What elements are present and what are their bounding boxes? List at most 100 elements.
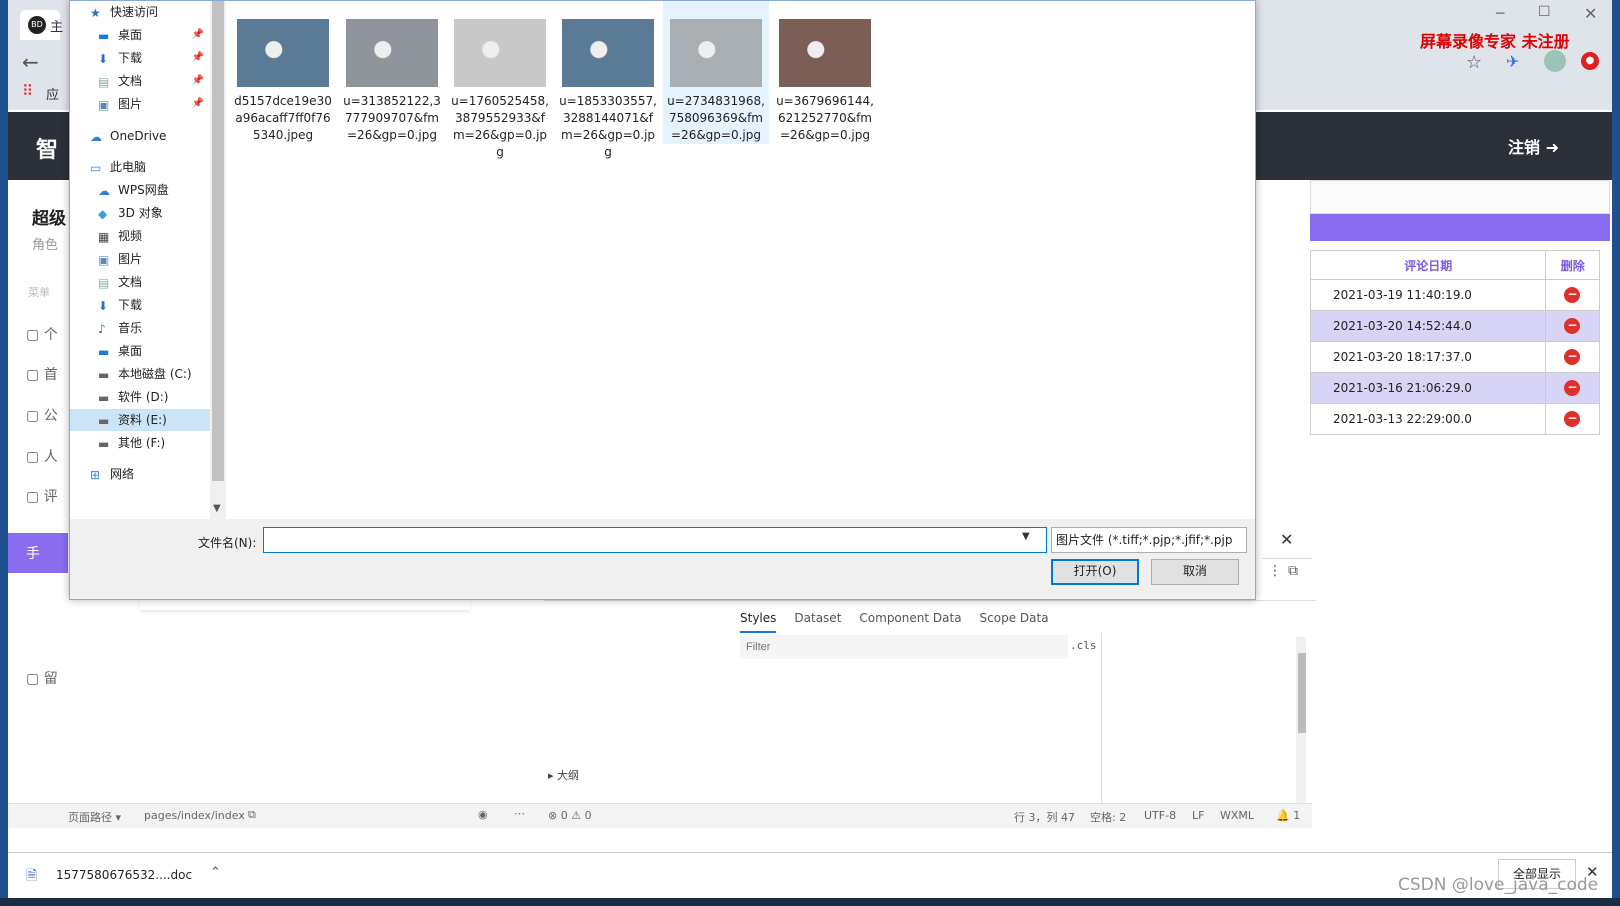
more-vert-icon[interactable]: ⋮ bbox=[1268, 563, 1282, 579]
nav-item-label: 文档 bbox=[118, 74, 143, 88]
notification-bell[interactable]: 🔔 1 bbox=[1276, 809, 1300, 822]
nav-item[interactable]: ⬇ 下载 📌 bbox=[70, 47, 210, 69]
table-row: 2021-03-13 22:29:00.0 − bbox=[1309, 403, 1600, 435]
sidebar-item[interactable]: ▢ 评 bbox=[26, 486, 58, 506]
file-item[interactable]: d5157dce19e30a96acaff7ff0f765340.jpeg bbox=[230, 1, 336, 144]
copy-icon[interactable]: ⧉ bbox=[248, 808, 256, 822]
dialog-bottom-bar: 文件名(N): ▼ 图片文件 (*.tiff;*.pjp;*.jfif;*.pj… bbox=[70, 519, 1255, 599]
bookmark-star-icon[interactable]: ☆ bbox=[1466, 52, 1482, 73]
delete-icon[interactable]: − bbox=[1564, 287, 1581, 303]
filename-input[interactable] bbox=[263, 527, 1047, 553]
delete-icon[interactable]: − bbox=[1564, 380, 1581, 396]
cls-toggle[interactable]: .cls bbox=[1070, 639, 1097, 652]
file-name: d5157dce19e30a96acaff7ff0f765340.jpeg bbox=[234, 94, 332, 142]
tab-styles[interactable]: Styles bbox=[740, 605, 777, 633]
file-encoding[interactable]: UTF-8 bbox=[1144, 809, 1176, 822]
nav-item[interactable]: ▬ 桌面 📌 bbox=[70, 24, 210, 46]
file-type-select[interactable]: 图片文件 (*.tiff;*.pjp;*.jfif;*.pjp bbox=[1051, 527, 1247, 553]
sidebar-item[interactable]: ▢ 首 bbox=[26, 364, 58, 384]
browser-tab[interactable]: BD 主 bbox=[20, 10, 63, 40]
nav-item[interactable]: ▬ 其他 (F:) bbox=[70, 432, 210, 454]
video-icon: ▦ bbox=[98, 230, 110, 244]
close-window-button[interactable]: ✕ bbox=[1584, 4, 1597, 23]
nav-item[interactable]: ★ 快速访问 bbox=[70, 1, 210, 23]
nav-item[interactable]: ▣ 图片 📌 bbox=[70, 93, 210, 115]
nav-item[interactable]: ▬ 本地磁盘 (C:) bbox=[70, 363, 210, 385]
nav-item[interactable]: ▣ 图片 bbox=[70, 248, 210, 270]
tab-logo-icon: BD bbox=[28, 16, 46, 34]
pin-icon[interactable]: 📌 bbox=[192, 24, 204, 46]
chevron-down-icon[interactable]: ▼ bbox=[1022, 531, 1030, 542]
eye-icon[interactable]: ◉ bbox=[478, 808, 488, 821]
chevron-up-icon[interactable]: ⌃ bbox=[210, 865, 221, 880]
tab-dataset[interactable]: Dataset bbox=[794, 605, 841, 631]
nav-item[interactable]: ⊞ 网络 bbox=[70, 463, 210, 485]
comment-date: 2021-03-16 21:06:29.0 bbox=[1309, 372, 1547, 404]
extension-icon[interactable]: ✈ bbox=[1506, 52, 1519, 71]
delete-icon[interactable]: − bbox=[1564, 318, 1581, 334]
file-item[interactable]: u=313852122,3777909707&fm=26&gp=0.jpg bbox=[339, 1, 445, 144]
nav-item[interactable]: ⬇ 下载 bbox=[70, 294, 210, 316]
download-filename[interactable]: 1577580676532....doc bbox=[56, 868, 192, 882]
table-header-row: 评论日期 删除 bbox=[1309, 250, 1600, 280]
file-item[interactable]: u=3679696144,621252770&fm=26&gp=0.jpg bbox=[772, 1, 878, 144]
pin-icon[interactable]: 📌 bbox=[192, 93, 204, 115]
sidebar-item-active[interactable]: 手 bbox=[8, 533, 68, 573]
nav-item[interactable]: ▬ 桌面 bbox=[70, 340, 210, 362]
scrollbar-thumb[interactable] bbox=[1298, 653, 1306, 733]
nav-item[interactable]: ▭ 此电脑 bbox=[70, 156, 210, 178]
scroll-down-icon[interactable]: ▼ bbox=[213, 503, 221, 514]
tab-component-data[interactable]: Component Data bbox=[859, 605, 961, 631]
cursor-position[interactable]: 行 3，列 47 bbox=[1014, 809, 1075, 825]
tab-scope-data[interactable]: Scope Data bbox=[980, 605, 1049, 631]
sidebar-item[interactable]: ▢ 人 bbox=[26, 446, 58, 466]
sidebar-item[interactable]: ▢ 个 bbox=[26, 324, 58, 344]
file-item[interactable]: u=1853303557,3288144071&fm=26&gp=0.jpg bbox=[555, 1, 661, 161]
csdn-watermark: CSDN @love_java_code bbox=[1398, 875, 1599, 895]
line-ending[interactable]: LF bbox=[1192, 809, 1204, 822]
nav-scrollbar-thumb[interactable] bbox=[212, 1, 224, 481]
minimize-button[interactable]: ─ bbox=[1496, 6, 1504, 22]
open-button[interactable]: 打开(O) bbox=[1051, 559, 1139, 585]
back-arrow-icon[interactable]: ← bbox=[22, 50, 39, 74]
maximize-button[interactable]: ☐ bbox=[1538, 4, 1551, 20]
file-item[interactable]: u=2734831968,758096369&fm=26&gp=0.jpg bbox=[663, 1, 769, 144]
delete-icon[interactable]: − bbox=[1564, 411, 1581, 427]
nav-item[interactable]: ▤ 文档 📌 bbox=[70, 70, 210, 92]
apps-label[interactable]: 应 bbox=[46, 84, 59, 103]
sidebar-item-label: 手 bbox=[26, 546, 40, 562]
profile-avatar[interactable] bbox=[1544, 50, 1566, 72]
indent-spaces[interactable]: 空格: 2 bbox=[1090, 809, 1126, 825]
language-mode[interactable]: WXML bbox=[1220, 809, 1254, 822]
record-stop-icon[interactable]: ● bbox=[1581, 52, 1599, 70]
undock-icon[interactable]: ⧉ bbox=[1288, 563, 1298, 579]
nav-item[interactable]: ▤ 文档 bbox=[70, 271, 210, 293]
styles-filter-input[interactable] bbox=[740, 635, 1068, 659]
sidebar-item-label: 公 bbox=[43, 408, 58, 424]
file-name: u=1853303557,3288144071&fm=26&gp=0.jpg bbox=[559, 94, 657, 159]
pin-icon[interactable]: 📌 bbox=[192, 47, 204, 69]
nav-item[interactable]: ☁ OneDrive bbox=[70, 125, 210, 147]
pin-icon[interactable]: 📌 bbox=[192, 70, 204, 92]
close-icon[interactable]: ✕ bbox=[1280, 530, 1293, 549]
sidebar-menu-heading: 菜单 bbox=[28, 286, 50, 299]
nav-item[interactable]: ▬ 资料 (E:) bbox=[70, 409, 210, 431]
nav-item[interactable]: ☁ WPS网盘 bbox=[70, 179, 210, 201]
nav-item[interactable]: ▬ 软件 (D:) bbox=[70, 386, 210, 408]
logout-button[interactable]: 注销 ➜ bbox=[1508, 134, 1559, 158]
sidebar-item[interactable]: ▢ 公 bbox=[26, 405, 58, 425]
page-path-label[interactable]: 页面路径 ▾ bbox=[68, 809, 121, 825]
file-item[interactable]: u=1760525458,3879552933&fm=26&gp=0.jpg bbox=[447, 1, 553, 161]
nav-item[interactable]: ▦ 视频 bbox=[70, 225, 210, 247]
delete-icon[interactable]: − bbox=[1564, 349, 1581, 365]
nav-item[interactable]: ◆ 3D 对象 bbox=[70, 202, 210, 224]
problems-count[interactable]: ⊗ 0 ⚠ 0 bbox=[548, 809, 592, 822]
apps-grid-icon[interactable]: ⠿ bbox=[22, 82, 33, 100]
nav-item[interactable]: ♪ 音乐 bbox=[70, 317, 210, 339]
file-name: u=3679696144,621252770&fm=26&gp=0.jpg bbox=[776, 94, 874, 142]
more-icon[interactable]: ⋯ bbox=[514, 807, 525, 820]
devtools-tabs: Styles Dataset Component Data Scope Data bbox=[740, 605, 1067, 633]
outline-toggle[interactable]: ▸ 大纲 bbox=[548, 767, 579, 783]
cancel-button[interactable]: 取消 bbox=[1151, 559, 1239, 585]
sidebar-item[interactable]: ▢ 留 bbox=[26, 668, 58, 688]
